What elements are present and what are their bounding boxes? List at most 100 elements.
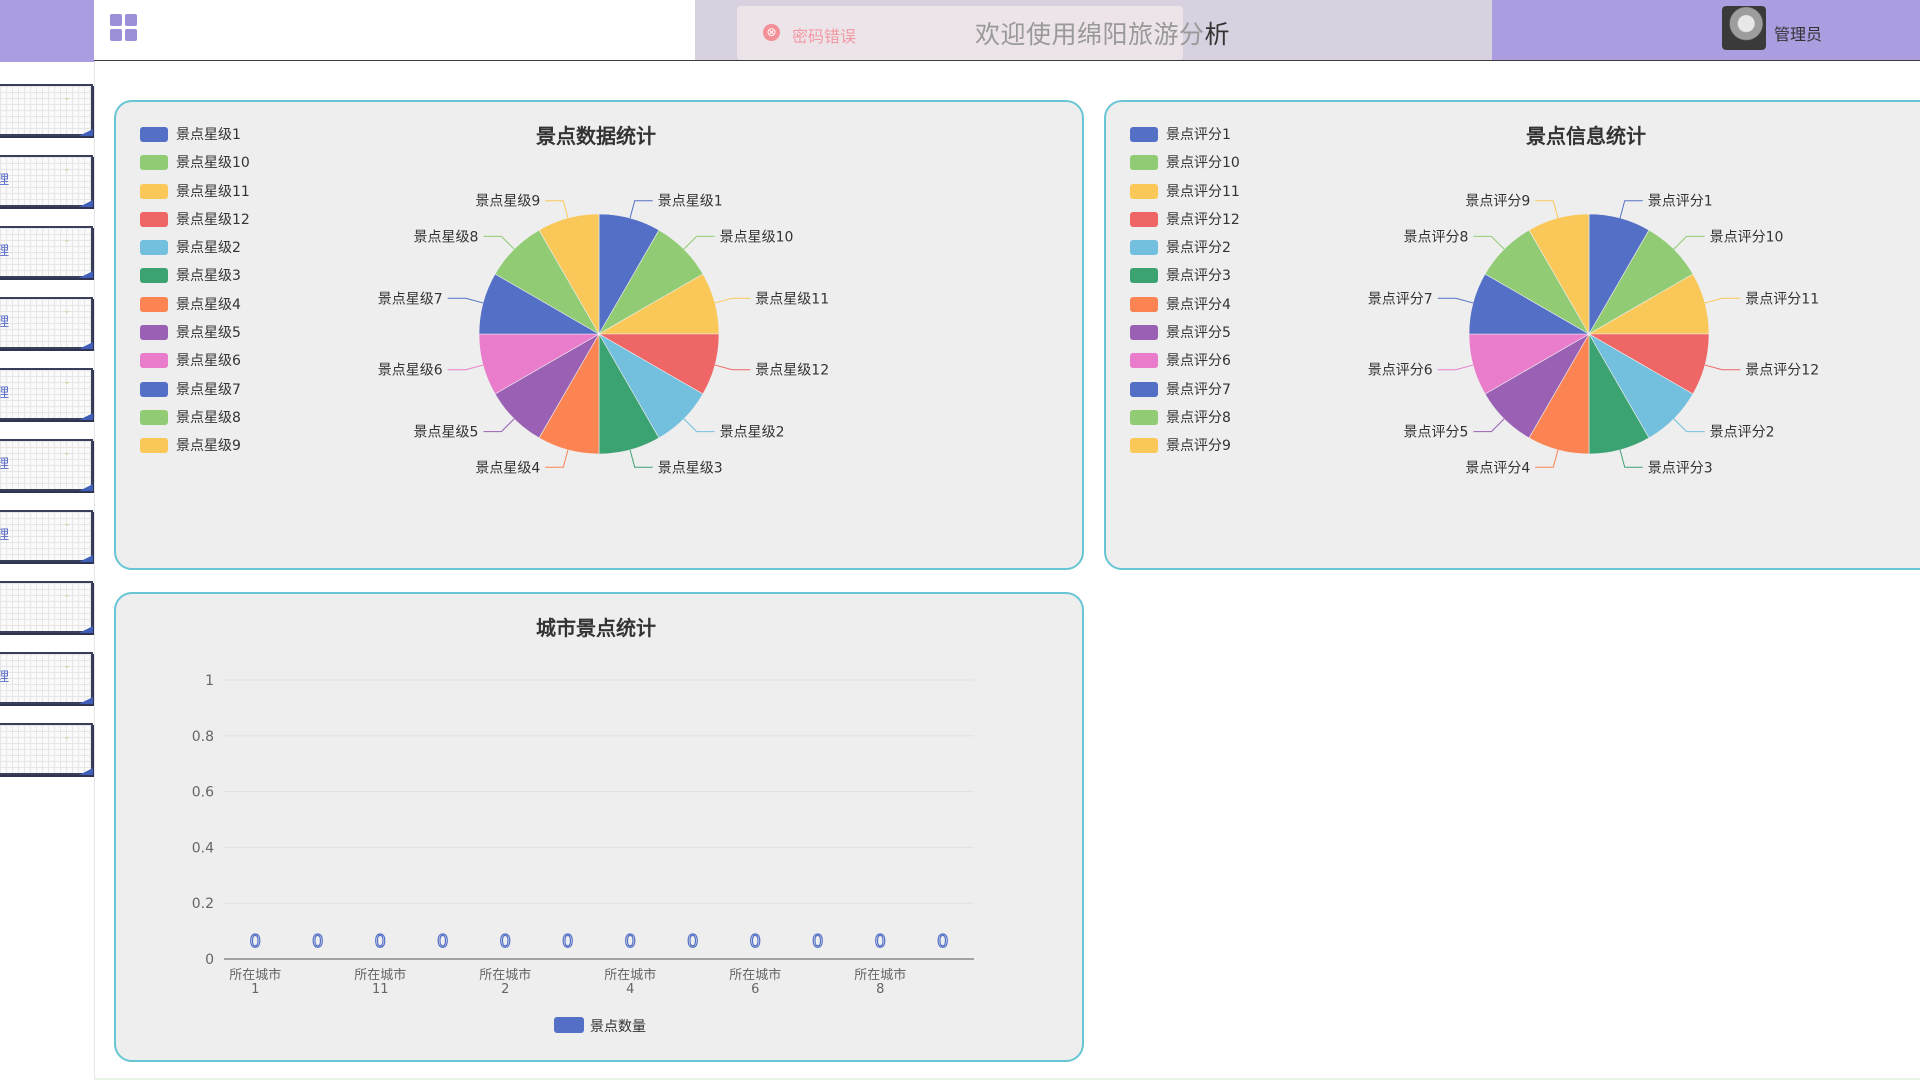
sidebar-item-label: 理	[0, 169, 9, 188]
slice-label: 景点评分4	[1465, 460, 1530, 476]
label-leader-line	[483, 235, 515, 250]
x-tick-label: 1	[251, 982, 259, 997]
bar-value-label: 0	[250, 931, 261, 952]
x-tick-label: 2	[501, 982, 509, 997]
sidebar-item[interactable]: 理⌄	[0, 652, 93, 704]
pie-chart: 景点星级1 景点星级10 景点星级11 景点星级12 景点星级2 景点星级3 景点星级4 景点…	[378, 194, 829, 477]
chevron-down-icon: ⌄	[62, 163, 71, 174]
sidebar-item-label: 理	[0, 524, 9, 543]
user-name-label[interactable]: 管理员	[1774, 21, 1822, 45]
label-leader-line	[714, 297, 751, 304]
corner-fold-icon	[79, 129, 93, 136]
label-leader-line	[1437, 297, 1474, 304]
scenic-info-stats-panel: 景点信息统计 景点评分1 景点评分10 景点评分11 景点评分12 景点评分2 景点评分3…	[1104, 100, 1920, 570]
x-tick-label: 8	[876, 982, 884, 997]
label-leader-line	[447, 364, 484, 371]
slice-label: 景点星级10	[720, 229, 794, 245]
header-right-band	[1492, 0, 1920, 60]
x-tick-label: 所在城市	[604, 967, 656, 983]
x-tick-label: 11	[372, 982, 389, 997]
corner-fold-icon	[79, 200, 93, 207]
slice-label: 景点星级6	[378, 363, 443, 379]
slice-label: 景点评分12	[1745, 363, 1819, 379]
bar-value-label: 0	[750, 931, 761, 952]
sidebar-item[interactable]: 理⌄	[0, 155, 93, 207]
welcome-text-end: 析	[1204, 20, 1231, 49]
chevron-down-icon: ⌄	[62, 234, 71, 245]
label-leader-line	[483, 418, 515, 433]
slice-label: 景点评分7	[1368, 291, 1433, 307]
chevron-down-icon: ⌄	[62, 660, 71, 671]
slice-label: 景点评分8	[1403, 229, 1468, 245]
city-scenic-stats-panel: 城市景点统计 0 0.2 0.4 0.6 0.8 1 0 0 0 0 0 0 0 0 0 0 0 0 所在城市 1 所在…	[114, 592, 1084, 1062]
sidebar-item[interactable]: ⌄	[0, 723, 93, 775]
slice-label: 景点评分1	[1648, 194, 1713, 210]
sidebar-item[interactable]: 理⌄	[0, 226, 93, 278]
corner-fold-icon	[79, 342, 93, 349]
sidebar-item[interactable]: 理⌄	[0, 439, 93, 491]
y-tick-label: 0.8	[192, 729, 214, 745]
welcome-text: 欢迎使用绵阳旅游分	[975, 20, 1205, 49]
legend-swatch	[554, 1017, 584, 1033]
chevron-down-icon: ⌄	[62, 589, 71, 600]
y-tick-label: 1	[205, 673, 214, 689]
label-leader-line	[545, 449, 569, 468]
avatar[interactable]	[1722, 6, 1766, 50]
slice-label: 景点星级8	[413, 229, 478, 245]
bar-value-label: 0	[687, 931, 698, 952]
chevron-down-icon: ⌄	[62, 92, 71, 103]
chevron-down-icon: ⌄	[62, 731, 71, 742]
corner-fold-icon	[79, 555, 93, 562]
corner-fold-icon	[79, 413, 93, 420]
bar-value-label: 0	[875, 931, 886, 952]
bar-value-label: 0	[500, 931, 511, 952]
slice-label: 景点星级3	[658, 460, 723, 476]
chevron-down-icon: ⌄	[62, 518, 71, 529]
chevron-down-icon: ⌄	[62, 447, 71, 458]
slice-label: 景点星级2	[720, 425, 785, 441]
bar-value-label: 0	[437, 931, 448, 952]
slice-label: 景点星级12	[755, 363, 829, 379]
slice-label: 景点星级9	[475, 194, 540, 210]
toast-message: 密码错误	[792, 27, 857, 46]
corner-fold-icon	[79, 697, 93, 704]
bar-value-label: 0	[937, 931, 948, 952]
sidebar-item[interactable]: 理⌄	[0, 510, 93, 562]
label-leader-line	[1535, 449, 1559, 468]
x-tick-label: 4	[626, 982, 634, 997]
sidebar-item[interactable]: ⌄	[0, 581, 93, 633]
x-tick-label: 所在城市	[479, 967, 531, 983]
x-tick-label: 6	[751, 982, 759, 997]
y-tick-label: 0.2	[192, 896, 214, 912]
sidebar-item[interactable]: ⌄	[0, 84, 93, 136]
label-leader-line	[629, 449, 653, 468]
sidebar-item[interactable]: 理⌄	[0, 297, 93, 349]
bar-value-label: 0	[625, 931, 636, 952]
menu-grid-icon[interactable]	[110, 14, 138, 42]
bar-value-label: 0	[562, 931, 573, 952]
label-leader-line	[1704, 297, 1741, 304]
sidebar-item[interactable]: 理⌄	[0, 368, 93, 420]
corner-fold-icon	[79, 626, 93, 633]
label-leader-line	[545, 200, 569, 219]
slice-label: 景点星级4	[475, 460, 540, 476]
slice-label: 景点评分2	[1710, 425, 1775, 441]
sidebar-item-label: 理	[0, 453, 9, 472]
sidebar-item-label: 理	[0, 311, 9, 330]
y-tick-label: 0.6	[192, 785, 214, 801]
bar-value-label: 0	[812, 931, 823, 952]
x-tick-label: 所在城市	[729, 967, 781, 983]
bar-value-label: 0	[375, 931, 386, 952]
x-tick-label: 所在城市	[854, 967, 906, 983]
y-tick-label: 0	[205, 952, 214, 968]
label-leader-line	[1673, 235, 1705, 250]
label-leader-line	[447, 297, 484, 304]
welcome-title: 欢迎使用绵阳旅游分析	[975, 15, 1230, 51]
slice-label: 景点评分10	[1710, 229, 1784, 245]
y-tick-label: 0.4	[192, 840, 214, 856]
sidebar-header	[0, 0, 94, 62]
legend-label: 景点数量	[590, 1019, 646, 1035]
bar-value-label: 0	[312, 931, 323, 952]
sidebar-item-label: 理	[0, 240, 9, 259]
sidebar: ⌄理⌄理⌄理⌄理⌄理⌄理⌄⌄理⌄⌄	[0, 0, 95, 1080]
